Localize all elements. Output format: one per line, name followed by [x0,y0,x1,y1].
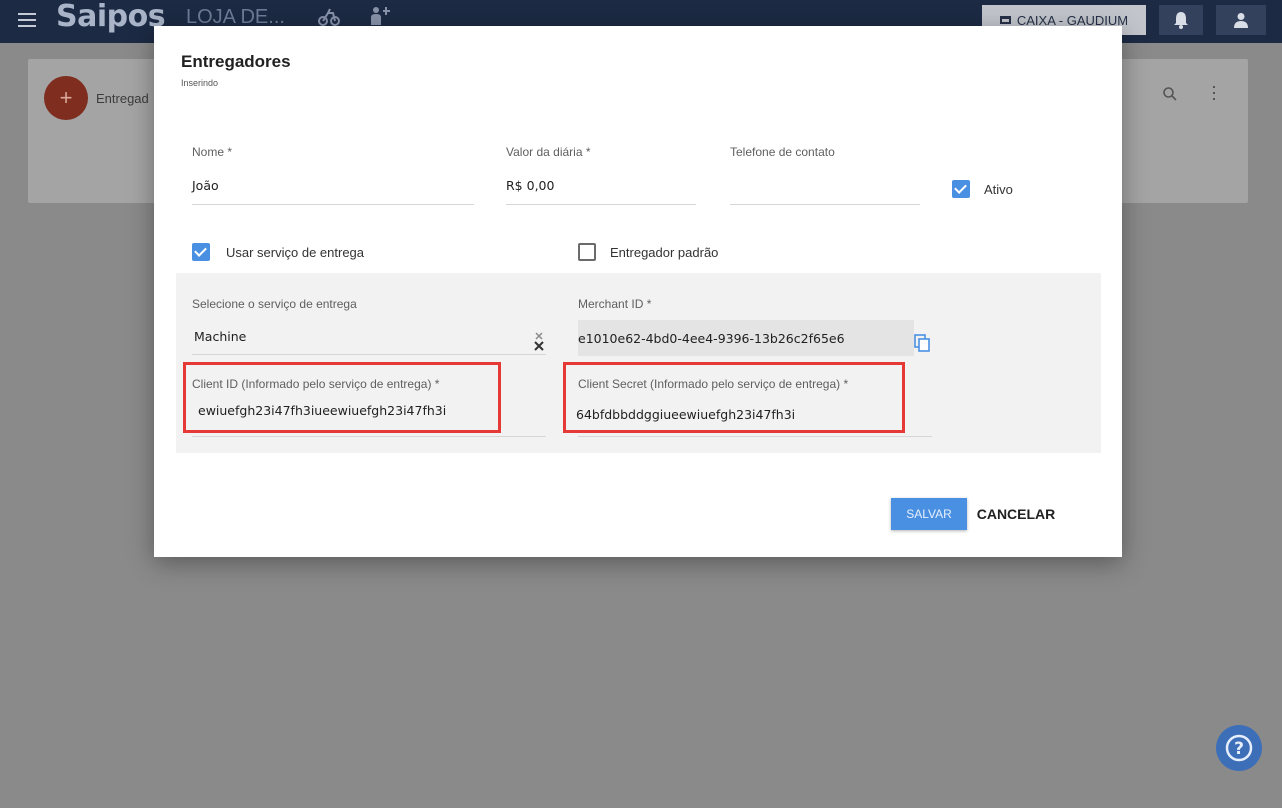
user-icon [1234,13,1248,28]
clear-select-icon[interactable] [532,330,546,352]
client-secret-highlight [563,362,905,433]
dialog-title: Entregadores [181,52,291,71]
ativo-label: Ativo [984,182,1013,197]
dialog-subtitle: Inserindo [181,78,219,88]
bell-icon [1174,12,1188,29]
ativo-checkbox[interactable] [952,180,970,198]
help-icon: ? [1225,734,1253,762]
user-menu-button[interactable] [1216,5,1266,35]
servico-select-label: Selecione o serviço de entrega [192,297,357,311]
entregadores-dialog: Entregadores Inserindo Nome * João Valor… [154,26,1122,557]
search-icon[interactable] [1162,86,1178,102]
nome-label: Nome * [192,145,233,159]
valor-diaria-field[interactable]: R$ 0,00 [506,178,554,193]
entregador-padrao-checkbox[interactable] [578,243,596,261]
telefone-label: Telefone de contato [730,145,835,159]
merchant-id-field[interactable]: e1010e62-4bd0-4ee4-9396-13b26c2f65e6 [578,331,845,346]
nome-field[interactable]: João [192,178,219,193]
valor-diaria-underline [506,204,696,205]
save-button[interactable]: SALVAR [891,498,967,530]
merchant-id-label: Merchant ID * [578,297,652,311]
help-button[interactable]: ? [1216,725,1262,771]
copy-icon[interactable] [914,334,930,352]
usar-servico-label: Usar serviço de entrega [226,245,365,260]
help-glyph: ? [1234,739,1244,759]
client-secret-underline [578,436,932,437]
nome-underline [192,204,474,205]
notifications-button[interactable] [1159,5,1203,35]
cancel-button[interactable]: CANCELAR [976,498,1056,530]
valor-diaria-label: Valor da diária * [506,145,591,159]
delivery-bike-icon[interactable] [318,6,340,26]
cash-register-icon [999,16,1011,24]
menu-icon[interactable] [18,13,36,27]
background-title: Entregad [96,91,149,106]
servico-select[interactable]: Machine [194,329,246,344]
servico-select-underline [192,354,546,355]
app-logo[interactable]: Saipos [56,0,166,34]
add-button[interactable]: + [44,76,88,120]
client-id-highlight [183,362,501,433]
more-options-icon[interactable] [1212,86,1216,102]
entregador-padrao-label: Entregador padrão [610,245,719,260]
waiter-icon[interactable] [368,5,392,27]
client-id-underline [192,436,546,437]
usar-servico-checkbox[interactable] [192,243,210,261]
telefone-underline [730,204,920,205]
